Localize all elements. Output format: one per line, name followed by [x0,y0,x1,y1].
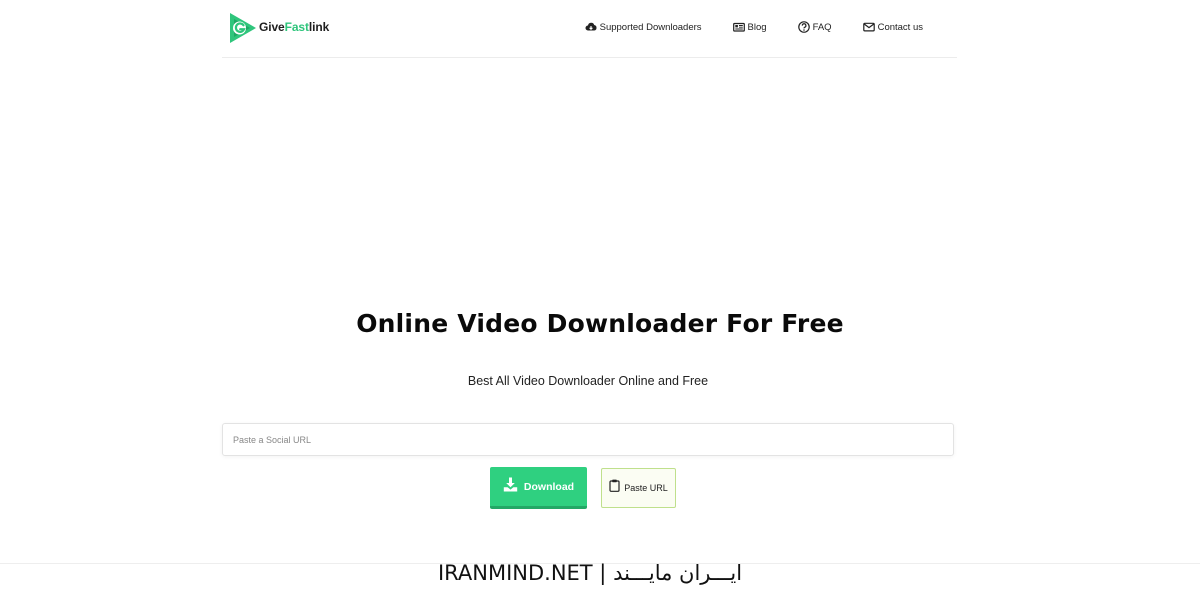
logo-text: GiveFastlink [259,19,330,34]
url-input[interactable] [222,423,954,456]
download-button[interactable]: Download [490,467,587,509]
page-title: Online Video Downloader For Free [356,309,844,338]
paste-url-button[interactable]: Paste URL [601,468,676,508]
logo-play-icon [230,13,256,43]
newspaper-icon [732,21,745,33]
question-circle-icon [797,21,810,33]
nav-label: Contact us [877,21,923,33]
nav-supported-downloaders[interactable]: Supported Downloaders [585,21,702,33]
nav-contact-us[interactable]: Contact us [862,21,923,33]
nav-label: Blog [747,21,767,33]
site-logo[interactable]: GiveFastlink [228,11,329,45]
page: GiveFastlink Supported Downloaders Blog … [0,0,1200,600]
cloud-download-icon [585,21,597,33]
paste-url-button-label: Paste URL [624,483,668,493]
download-button-label: Download [523,480,575,493]
site-header: GiveFastlink Supported Downloaders Blog … [222,0,957,58]
watermark: IRANMIND.NET | ایـــران مایـــند [437,561,743,585]
nav-blog[interactable]: Blog [732,21,767,33]
nav-faq[interactable]: FAQ [797,21,832,33]
nav-label: Supported Downloaders [599,21,702,33]
download-icon [503,477,518,492]
clipboard-icon [609,479,620,492]
nav-label: FAQ [812,21,832,33]
main-nav: Supported Downloaders Blog FAQ Contact u… [585,21,923,33]
page-subtitle: Best All Video Downloader Online and Fre… [467,374,709,388]
envelope-icon [862,21,875,33]
